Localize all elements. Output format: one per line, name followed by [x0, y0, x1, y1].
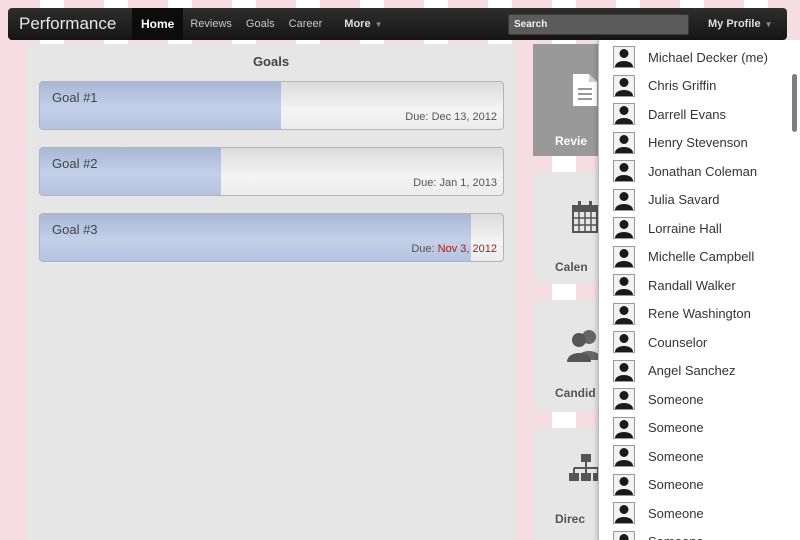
user-avatar-icon [613, 445, 635, 468]
nav-more-menu[interactable]: More ▼ [337, 8, 389, 40]
profile-menu-item[interactable]: Henry Stevenson [599, 129, 799, 158]
top-navbar: Performance Home Reviews Goals Career Mo… [8, 8, 787, 40]
search-input[interactable] [508, 14, 689, 35]
nav-career[interactable]: Career [282, 8, 330, 40]
profile-menu-item[interactable]: Angel Sanchez [599, 357, 799, 386]
due-date-overdue: Nov 3, 2012 [437, 243, 497, 255]
goals-title: Goals [252, 54, 290, 69]
profile-menu-item-name: Randall Walker [648, 277, 736, 293]
due-date: Dec 13, 2012 [431, 111, 497, 123]
profile-menu-item-name: Julia Savard [648, 192, 720, 208]
calendar-icon [572, 201, 598, 233]
nav-home[interactable]: Home [132, 8, 184, 40]
profile-menu-item[interactable]: Someone [599, 385, 799, 414]
tile-label: Revie [555, 134, 588, 148]
profile-menu-item[interactable]: Someone [599, 471, 799, 500]
user-avatar-icon [613, 388, 635, 411]
profile-menu-item-name: Darrell Evans [648, 106, 727, 122]
user-avatar-icon [613, 217, 635, 240]
tile-candidates[interactable]: Candid [533, 300, 605, 412]
profile-menu-item-name: Someone [648, 420, 704, 436]
tile-label: Candid [555, 386, 596, 400]
profile-menu-item-name: Henry Stevenson [648, 135, 748, 151]
profile-menu-item[interactable]: Someone [599, 414, 799, 443]
tile-label: Direc [555, 512, 586, 526]
goal-label: Goal #1 [52, 90, 98, 105]
due-prefix: Due: [413, 177, 437, 189]
profile-menu-item[interactable]: Chris Griffin [599, 72, 799, 101]
profile-menu-item[interactable]: Darrell Evans [599, 100, 799, 129]
profile-menu-item-name: Someone [648, 477, 704, 493]
user-avatar-icon [613, 530, 635, 540]
goal-card[interactable]: Goal #1 Due: Dec 13, 2012 [39, 81, 504, 130]
user-avatar-icon [613, 502, 635, 525]
due-prefix: Due: [411, 243, 435, 255]
nav-goals[interactable]: Goals [239, 8, 282, 40]
caret-down-icon: ▼ [374, 20, 383, 29]
profile-menu-item-name: Counselor [648, 334, 708, 350]
goal-progress-fill [40, 214, 471, 261]
user-avatar-icon [613, 103, 635, 126]
dropdown-scrollbar[interactable] [792, 74, 797, 132]
user-avatar-icon [613, 245, 635, 268]
my-profile-menu[interactable]: My Profile ▼ [708, 8, 773, 40]
user-avatar-icon [613, 331, 635, 354]
user-avatar-icon [613, 416, 635, 439]
goal-due-date: Due: Nov 3, 2012 [411, 243, 497, 255]
user-avatar-icon [613, 274, 635, 297]
due-prefix: Due: [405, 111, 429, 123]
my-profile-label: My Profile [708, 18, 761, 30]
due-date: Jan 1, 2013 [439, 177, 498, 189]
profile-menu-item-name: Someone [648, 448, 704, 464]
user-avatar-icon [613, 359, 635, 382]
user-avatar-icon [613, 46, 635, 69]
profile-menu-item[interactable]: Jonathan Coleman [599, 157, 799, 186]
tile-reviews[interactable]: Revie [533, 44, 605, 156]
tile-calendar[interactable]: Calen [533, 172, 605, 284]
goal-due-date: Due: Dec 13, 2012 [405, 111, 497, 123]
user-avatar-icon [613, 302, 635, 325]
user-avatar-icon [613, 74, 635, 97]
profile-menu-item[interactable]: Michael Decker (me) [599, 43, 799, 72]
tile-label: Calen [555, 260, 588, 274]
document-icon [573, 74, 597, 106]
profile-menu-item-name: Michelle Campbell [648, 249, 755, 265]
feature-tiles: Revie Calen Candid Direc [533, 44, 605, 540]
profile-menu-item[interactable]: Someone [599, 499, 799, 528]
profile-menu-item-name: Someone [648, 534, 704, 540]
profile-menu-item[interactable]: Randall Walker [599, 271, 799, 300]
people-icon [567, 330, 601, 362]
goal-due-date: Due: Jan 1, 2013 [413, 177, 497, 189]
profile-menu-item[interactable]: Someone [599, 442, 799, 471]
profile-menu-item[interactable]: Someone [599, 528, 799, 540]
profile-menu-item[interactable]: Julia Savard [599, 186, 799, 215]
profile-menu-item-name: Angel Sanchez [648, 363, 736, 379]
user-avatar-icon [613, 131, 635, 154]
goal-card[interactable]: Goal #2 Due: Jan 1, 2013 [39, 147, 504, 196]
profile-menu-item-name: Someone [648, 391, 704, 407]
goal-label: Goal #3 [52, 222, 98, 237]
user-avatar-icon [613, 188, 635, 211]
tile-directory[interactable]: Direc [533, 428, 605, 540]
profile-menu-item-name: Michael Decker (me) [648, 49, 768, 65]
profile-menu-item[interactable]: Lorraine Hall [599, 214, 799, 243]
app-brand[interactable]: Performance [8, 8, 132, 40]
profile-menu-item-name: Lorraine Hall [648, 220, 722, 236]
profile-menu-item-name: Rene Washington [648, 306, 751, 322]
profile-menu-item-name: Someone [648, 505, 704, 521]
nav-more-label: More [344, 18, 371, 30]
profile-menu-item-name: Chris Griffin [648, 78, 717, 94]
profile-dropdown-menu: Michael Decker (me) Chris Griffin Darrell … [598, 40, 800, 540]
profile-menu-item[interactable]: Rene Washington [599, 300, 799, 329]
nav-reviews[interactable]: Reviews [183, 8, 239, 40]
profile-menu-item[interactable]: Counselor [599, 328, 799, 357]
goals-panel: Goals Goal #1 Due: Dec 13, 2012 Goal #2 … [26, 44, 516, 540]
goal-label: Goal #2 [52, 156, 98, 171]
goal-card[interactable]: Goal #3 Due: Nov 3, 2012 [39, 213, 504, 262]
profile-menu-item[interactable]: Michelle Campbell [599, 243, 799, 272]
user-avatar-icon [613, 160, 635, 183]
caret-down-icon: ▼ [764, 20, 773, 29]
profile-menu-item-name: Jonathan Coleman [648, 163, 758, 179]
user-avatar-icon [613, 473, 635, 496]
